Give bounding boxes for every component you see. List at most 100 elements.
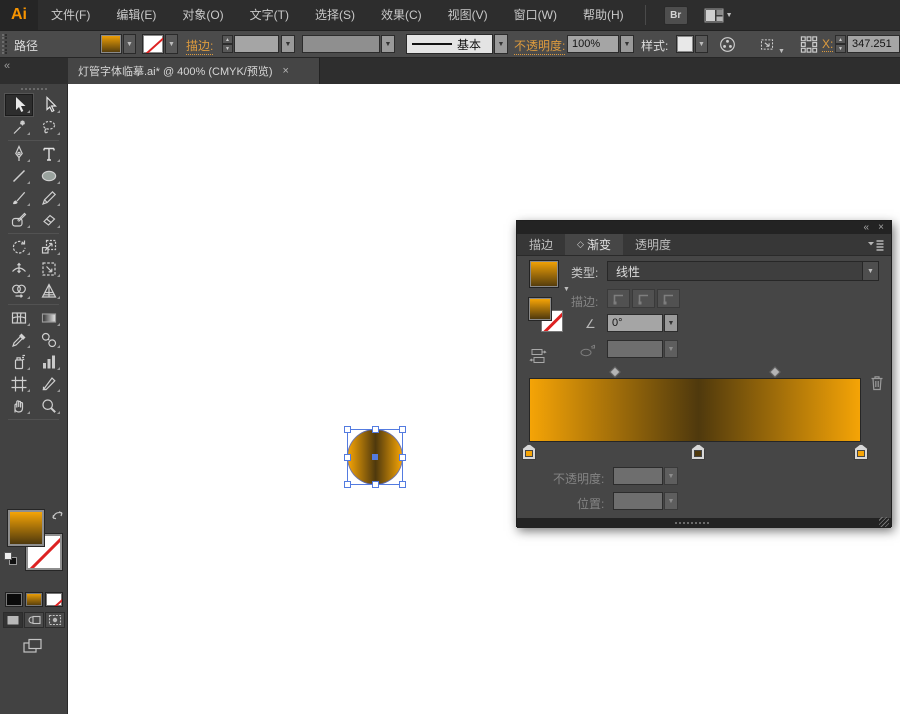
color-button[interactable] — [5, 592, 23, 607]
menu-object[interactable]: 对象(O) — [169, 0, 236, 30]
fill-color-dropdown[interactable]: ▼ — [123, 34, 136, 54]
stroke-weight-dropdown[interactable]: ▼ — [281, 35, 295, 53]
stepper-up-icon[interactable]: ▲ — [222, 35, 233, 44]
ellipse-tool[interactable] — [35, 165, 63, 187]
stroke-color-dropdown[interactable]: ▼ — [165, 34, 178, 54]
swap-fill-stroke-icon[interactable] — [50, 508, 66, 527]
controlbar-grip[interactable] — [2, 34, 7, 54]
x-coordinate-stepper[interactable]: ▲ ▼ — [835, 35, 846, 53]
gradient-midpoint[interactable] — [610, 366, 621, 377]
stepper-down-icon[interactable]: ▼ — [222, 44, 233, 53]
eyedropper-tool[interactable] — [5, 329, 33, 351]
panel-menu-button[interactable] — [867, 238, 885, 256]
opacity-dropdown[interactable]: ▼ — [620, 35, 634, 53]
stroke-gradient-within-button[interactable] — [607, 289, 630, 308]
panel-resize-grip[interactable] — [879, 517, 889, 527]
line-segment-tool[interactable] — [5, 165, 33, 187]
opacity-field[interactable]: 100% — [567, 35, 619, 53]
paintbrush-tool[interactable] — [5, 187, 33, 209]
panel-fill-gradient[interactable] — [529, 298, 551, 320]
panel-drag-handle[interactable] — [675, 522, 709, 524]
zoom-tool[interactable] — [35, 395, 63, 417]
tab-stroke[interactable]: 描边 — [517, 234, 565, 255]
selection-handle[interactable] — [344, 454, 351, 461]
fill-indicator-gradient[interactable] — [8, 510, 44, 546]
gradient-angle-dropdown[interactable]: ▼ — [664, 314, 678, 332]
stroke-panel-link[interactable]: 描边: — [186, 37, 213, 55]
fill-color-swatch[interactable] — [100, 34, 122, 54]
gradient-stop-middle[interactable] — [691, 444, 705, 460]
selection-handle[interactable] — [399, 426, 406, 433]
stroke-weight-field[interactable] — [234, 35, 279, 53]
menu-select[interactable]: 选择(S) — [302, 0, 368, 30]
magic-wand-tool[interactable] — [5, 116, 33, 138]
mesh-tool[interactable] — [5, 307, 33, 329]
shape-builder-tool[interactable] — [5, 280, 33, 302]
tab-transparency[interactable]: 透明度 — [623, 234, 683, 255]
align-options-button[interactable] — [799, 35, 819, 59]
style-swatch[interactable] — [676, 35, 694, 53]
selection-handle[interactable] — [344, 481, 351, 488]
direct-selection-tool[interactable] — [35, 94, 63, 116]
draw-normal-button[interactable] — [3, 612, 23, 628]
selection-handle[interactable] — [372, 481, 379, 488]
perspective-grid-tool[interactable] — [35, 280, 63, 302]
gradient-button[interactable] — [25, 592, 43, 607]
bridge-button[interactable]: Br — [664, 6, 688, 25]
selection-handle[interactable] — [399, 481, 406, 488]
blend-tool[interactable] — [35, 329, 63, 351]
menu-help[interactable]: 帮助(H) — [570, 0, 637, 30]
eraser-tool[interactable] — [35, 209, 63, 231]
none-button[interactable] — [45, 592, 63, 607]
menu-edit[interactable]: 编辑(E) — [103, 0, 169, 30]
brush-definition-dropdown[interactable]: ▼ — [494, 34, 508, 54]
app-logo[interactable]: Ai — [0, 0, 38, 30]
collapse-panel-icon[interactable]: « — [863, 221, 869, 234]
artboard-tool[interactable] — [5, 373, 33, 395]
slice-tool[interactable] — [35, 373, 63, 395]
selection-tool[interactable] — [5, 94, 33, 116]
pen-tool[interactable] — [5, 143, 33, 165]
stepper-down-icon[interactable]: ▼ — [835, 44, 846, 53]
stroke-weight-stepper[interactable]: ▲ ▼ — [222, 35, 233, 53]
symbol-sprayer-tool[interactable] — [5, 351, 33, 373]
toolbar-drag-handle[interactable] — [21, 88, 47, 90]
rotate-tool[interactable] — [5, 236, 33, 258]
stroke-color-swatch[interactable] — [142, 34, 164, 54]
workspace-switcher-button[interactable]: ▼ — [704, 8, 733, 23]
opacity-panel-link[interactable]: 不透明度: — [514, 37, 565, 55]
menu-view[interactable]: 视图(V) — [435, 0, 501, 30]
panel-title-bar[interactable]: « × — [517, 221, 891, 234]
scale-tool[interactable] — [35, 236, 63, 258]
gradient-preset-thumbnail[interactable] — [529, 260, 559, 288]
brush-definition-field[interactable]: 基本 — [406, 34, 493, 54]
lasso-tool[interactable] — [35, 116, 63, 138]
menu-window[interactable]: 窗口(W) — [501, 0, 570, 30]
type-tool[interactable] — [35, 143, 63, 165]
selection-handle[interactable] — [399, 454, 406, 461]
recolor-artwork-button[interactable] — [718, 35, 737, 59]
selection-handle[interactable] — [344, 426, 351, 433]
select-similar-button[interactable] — [758, 36, 776, 58]
blob-brush-tool[interactable] — [5, 209, 33, 231]
width-tool[interactable] — [5, 258, 33, 280]
document-tab[interactable]: 灯管字体临摹.ai* @ 400% (CMYK/预览) × — [68, 58, 320, 84]
column-graph-tool[interactable] — [35, 351, 63, 373]
delete-stop-button[interactable] — [869, 374, 885, 397]
gradient-midpoint[interactable] — [769, 366, 780, 377]
gradient-stop-right[interactable] — [854, 444, 868, 460]
stroke-gradient-along-button[interactable] — [632, 289, 655, 308]
free-transform-tool[interactable] — [35, 258, 63, 280]
pencil-tool[interactable] — [35, 187, 63, 209]
close-panel-icon[interactable]: × — [878, 221, 884, 234]
screen-mode-button[interactable] — [18, 636, 48, 656]
selection-handle[interactable] — [372, 426, 379, 433]
gradient-ramp[interactable] — [529, 378, 861, 442]
menu-file[interactable]: 文件(F) — [38, 0, 103, 30]
gradient-type-dropdown[interactable]: 线性 ▼ — [607, 261, 879, 281]
toolbar-collapse-icon[interactable]: « — [4, 60, 10, 72]
style-dropdown[interactable]: ▼ — [695, 35, 708, 53]
x-coordinate-field[interactable]: 347.251 — [847, 35, 900, 53]
width-profile-field[interactable] — [302, 35, 380, 53]
gradient-preset-dropdown[interactable]: ▼ — [563, 278, 570, 296]
